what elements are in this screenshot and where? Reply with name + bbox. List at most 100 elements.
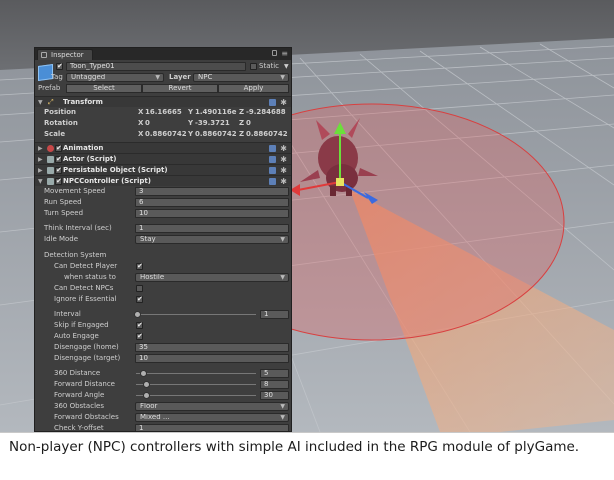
rotation-row: Rotation X 0 Y -39.3721 Z 0 bbox=[35, 118, 291, 129]
scale-z-field[interactable]: 0.8860742 bbox=[246, 129, 288, 140]
idle-mode-value: Stay bbox=[140, 235, 156, 243]
think-interval-row: Think Interval (sec) 1 bbox=[35, 223, 291, 234]
prefab-apply-button[interactable]: Apply bbox=[218, 84, 289, 93]
can-detect-npcs-checkbox[interactable] bbox=[136, 285, 143, 292]
rotation-y-field[interactable]: -39.3721 bbox=[195, 118, 230, 129]
run-speed-label: Run Speed bbox=[44, 198, 82, 206]
movement-speed-label: Movement Speed bbox=[44, 187, 106, 195]
interval-label: Interval bbox=[54, 310, 81, 318]
obstacles-360-value: Floor bbox=[140, 402, 158, 410]
disengage-target-label: Disengage (target) bbox=[54, 354, 121, 362]
persistable-enabled-checkbox[interactable] bbox=[55, 165, 62, 176]
idle-mode-dropdown[interactable]: Stay ▼ bbox=[135, 235, 289, 244]
forward-angle-slider-handle[interactable] bbox=[143, 392, 150, 399]
scale-y-field[interactable]: 0.8860742 bbox=[195, 129, 237, 140]
help-book-icon[interactable] bbox=[269, 156, 276, 163]
inspector-tab[interactable]: Inspector bbox=[37, 49, 93, 60]
forward-angle-slider-track[interactable] bbox=[136, 395, 256, 396]
scale-label: Scale bbox=[44, 130, 66, 138]
forward-distance-slider-handle[interactable] bbox=[143, 381, 150, 388]
position-row: Position X 16.16665 Y 1.490116e Z -9.284… bbox=[35, 107, 291, 118]
can-detect-player-checkbox[interactable] bbox=[136, 261, 143, 272]
actor-enabled-checkbox[interactable] bbox=[55, 154, 62, 165]
auto-engage-checkbox[interactable] bbox=[136, 331, 143, 342]
when-status-dropdown[interactable]: Hostile ▼ bbox=[135, 273, 289, 282]
npc-controller-header[interactable]: ▼ NPCController (Script) ✱ bbox=[35, 175, 291, 187]
active-checkbox[interactable] bbox=[56, 61, 63, 72]
run-speed-field[interactable]: 6 bbox=[135, 198, 289, 207]
animation-header[interactable]: ▶ Animation ✱ bbox=[35, 142, 291, 154]
forward-distance-row: Forward Distance 8 bbox=[35, 379, 291, 390]
rotation-x-field[interactable]: 0 bbox=[145, 118, 150, 129]
run-speed-row: Run Speed 6 bbox=[35, 197, 291, 208]
distance-360-slider-handle[interactable] bbox=[140, 370, 147, 377]
interval-slider-handle[interactable] bbox=[134, 311, 141, 318]
scale-x-field[interactable]: 0.8860742 bbox=[145, 129, 187, 140]
idle-mode-label: Idle Mode bbox=[44, 235, 79, 243]
check-y-offset-row: Check Y-offset 1 bbox=[35, 423, 291, 431]
position-z-field[interactable]: -9.284688 bbox=[246, 107, 286, 118]
obstacles-360-dropdown[interactable]: Floor ▼ bbox=[135, 402, 289, 411]
interval-slider-track[interactable] bbox=[136, 314, 256, 315]
help-book-icon[interactable] bbox=[269, 145, 276, 152]
check-y-offset-field[interactable]: 1 bbox=[135, 424, 289, 431]
auto-engage-row: Auto Engage bbox=[35, 331, 291, 342]
scale-z-label: Z bbox=[239, 130, 245, 138]
disengage-home-field[interactable]: 35 bbox=[135, 343, 289, 352]
skip-engaged-checkbox[interactable] bbox=[136, 320, 143, 331]
scale-row: Scale X 0.8860742 Y 0.8860742 Z 0.886074… bbox=[35, 129, 291, 140]
turn-speed-field[interactable]: 10 bbox=[135, 209, 289, 218]
actor-header[interactable]: ▶ Actor (Script) ✱ bbox=[35, 153, 291, 165]
distance-360-field[interactable]: 5 bbox=[260, 369, 289, 378]
rotation-y-label: Y bbox=[188, 119, 194, 127]
caption-bar: Non-player (NPC) controllers with simple… bbox=[0, 432, 614, 480]
interval-field[interactable]: 1 bbox=[260, 310, 289, 319]
object-name-row: Toon_Type01 Static ▼ bbox=[35, 61, 291, 72]
lock-icon[interactable] bbox=[272, 50, 277, 56]
distance-360-slider-track[interactable] bbox=[136, 373, 256, 374]
script-icon bbox=[47, 178, 54, 185]
object-name-field[interactable]: Toon_Type01 bbox=[66, 62, 246, 71]
transform-header[interactable]: ▼ ⤢ Transform ✱ bbox=[35, 96, 291, 107]
forward-distance-slider-track[interactable] bbox=[136, 384, 256, 385]
forward-angle-field[interactable]: 30 bbox=[260, 391, 289, 400]
when-status-value: Hostile bbox=[140, 273, 165, 281]
npc-controller-enabled-checkbox[interactable] bbox=[55, 176, 62, 187]
prefab-row: Prefab Select Revert Apply bbox=[35, 83, 291, 94]
animation-enabled-checkbox[interactable] bbox=[55, 143, 62, 154]
inspector-panel: Inspector ≡ Toon_Type01 Static ▼ Tag Unt… bbox=[34, 47, 292, 432]
static-dropdown-icon[interactable]: ▼ bbox=[284, 61, 289, 72]
chevron-down-icon: ▼ bbox=[280, 414, 285, 421]
rotation-z-field[interactable]: 0 bbox=[246, 118, 251, 129]
layer-dropdown[interactable]: NPC ▼ bbox=[193, 73, 289, 82]
inspector-tabbar: Inspector ≡ bbox=[35, 48, 291, 60]
movement-speed-field[interactable]: 3 bbox=[135, 187, 289, 196]
help-book-icon[interactable] bbox=[269, 178, 276, 185]
tag-layer-row: Tag Untagged ▼ Layer NPC ▼ bbox=[35, 72, 291, 83]
animation-icon bbox=[47, 145, 54, 152]
distance-360-row: 360 Distance 5 bbox=[35, 368, 291, 379]
think-interval-field[interactable]: 1 bbox=[135, 224, 289, 233]
turn-speed-label: Turn Speed bbox=[44, 209, 84, 217]
forward-obstacles-dropdown[interactable]: Mixed ... ▼ bbox=[135, 413, 289, 422]
forward-obstacles-value: Mixed ... bbox=[140, 413, 170, 421]
static-checkbox[interactable] bbox=[250, 63, 257, 70]
forward-distance-field[interactable]: 8 bbox=[260, 380, 289, 389]
help-book-icon[interactable] bbox=[269, 167, 276, 174]
obstacles-360-label: 360 Obstacles bbox=[54, 402, 104, 410]
ignore-essential-checkbox[interactable] bbox=[136, 294, 143, 305]
help-book-icon[interactable] bbox=[269, 99, 276, 106]
tag-dropdown[interactable]: Untagged ▼ bbox=[66, 73, 164, 82]
position-x-field[interactable]: 16.16665 bbox=[145, 107, 182, 118]
prefab-revert-button[interactable]: Revert bbox=[142, 84, 218, 93]
position-y-field[interactable]: 1.490116e bbox=[195, 107, 237, 118]
persistable-header[interactable]: ▶ Persistable Object (Script) ✱ bbox=[35, 164, 291, 176]
movement-speed-row: Movement Speed 3 bbox=[35, 186, 291, 197]
rotation-x-label: X bbox=[138, 119, 144, 127]
disengage-target-field[interactable]: 10 bbox=[135, 354, 289, 363]
forward-angle-row: Forward Angle 30 bbox=[35, 390, 291, 401]
prefab-select-button[interactable]: Select bbox=[66, 84, 142, 93]
panel-menu-icon[interactable]: ≡ bbox=[281, 49, 288, 58]
interval-row: Interval 1 bbox=[35, 309, 291, 320]
chevron-down-icon: ▼ bbox=[280, 74, 285, 81]
